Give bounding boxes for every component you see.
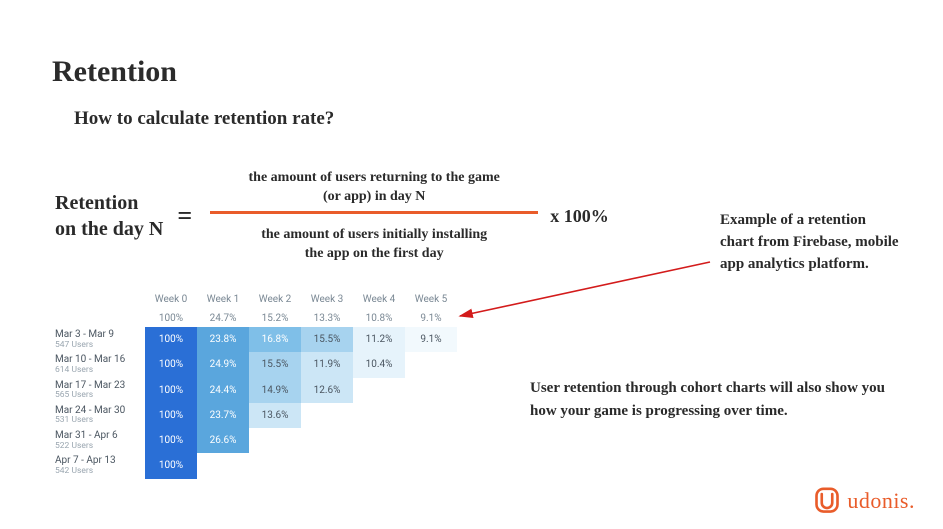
col-week1: Week 1 — [197, 290, 249, 309]
cell: 12.6% — [301, 378, 353, 403]
row-users: 542 Users — [55, 467, 139, 477]
cell: 100% — [145, 352, 197, 377]
row-range: Mar 31 - Apr 6 — [55, 430, 139, 442]
cell — [301, 403, 353, 428]
udonis-logo-icon — [813, 487, 841, 515]
col-week4: Week 4 — [353, 290, 405, 309]
formula-numerator: the amount of users returning to the gam… — [245, 165, 504, 211]
fraction-bar — [210, 211, 538, 222]
row-users: 614 Users — [55, 366, 139, 376]
row-users: 522 Users — [55, 442, 139, 452]
table-row: Mar 31 - Apr 6522 Users 100% 26.6% — [55, 428, 457, 453]
formula-denominator: the amount of users initially installing… — [257, 222, 491, 268]
cell: 11.2% — [353, 327, 405, 352]
retention-formula: Retention on the day N = the amount of u… — [55, 165, 615, 268]
cell: 9.1% — [405, 327, 457, 352]
cell: 100% — [145, 378, 197, 403]
cell — [301, 453, 353, 478]
cell: 14.9% — [249, 378, 301, 403]
cell: 13.6% — [249, 403, 301, 428]
formula-lhs-line2: on the day N — [55, 216, 163, 242]
cell — [353, 453, 405, 478]
formula-fraction: the amount of users returning to the gam… — [210, 165, 538, 268]
overall-row: 100% 24.7% 15.2% 13.3% 10.8% 9.1% — [55, 309, 457, 327]
row-range: Mar 3 - Mar 9 — [55, 329, 139, 341]
row-users: 531 Users — [55, 416, 139, 426]
caption-cohort: User retention through cohort charts wil… — [530, 377, 890, 422]
cell: 24.9% — [197, 352, 249, 377]
table-row: Mar 17 - Mar 23565 Users 100% 24.4% 14.9… — [55, 378, 457, 403]
udonis-logo: udonis. — [813, 487, 915, 515]
cell — [405, 428, 457, 453]
cell: 100% — [145, 428, 197, 453]
col-week3: Week 3 — [301, 290, 353, 309]
cell: 24.4% — [197, 378, 249, 403]
formula-lhs: Retention on the day N — [55, 190, 163, 242]
cell — [353, 428, 405, 453]
caption-firebase: Example of a retention chart from Fireba… — [720, 210, 900, 275]
overall-w4: 10.8% — [353, 309, 405, 327]
numerator-line1: the amount of users returning to the gam… — [249, 170, 500, 185]
cell: 100% — [145, 327, 197, 352]
row-users: 547 Users — [55, 341, 139, 351]
overall-w3: 13.3% — [301, 309, 353, 327]
overall-w0: 100% — [145, 309, 197, 327]
overall-w2: 15.2% — [249, 309, 301, 327]
logo-text: udonis. — [847, 488, 915, 514]
cell — [405, 403, 457, 428]
cell: 100% — [145, 403, 197, 428]
cell: 100% — [145, 453, 197, 478]
formula-lhs-line1: Retention — [55, 190, 163, 216]
cell — [197, 453, 249, 478]
cell — [405, 453, 457, 478]
page-title: Retention — [52, 55, 177, 89]
table-row: Mar 3 - Mar 9547 Users 100% 23.8% 16.8% … — [55, 327, 457, 352]
row-users: 565 Users — [55, 391, 139, 401]
col-week5: Week 5 — [405, 290, 457, 309]
denominator-line2: the app on the first day — [305, 246, 444, 261]
cell — [353, 403, 405, 428]
cell — [249, 453, 301, 478]
cell — [301, 428, 353, 453]
cell: 15.5% — [249, 352, 301, 377]
cell: 23.7% — [197, 403, 249, 428]
cell: 15.5% — [301, 327, 353, 352]
overall-w5: 9.1% — [405, 309, 457, 327]
cell — [405, 352, 457, 377]
col-week0: Week 0 — [145, 290, 197, 309]
cell — [249, 428, 301, 453]
denominator-line1: the amount of users initially installing — [261, 227, 487, 242]
callout-arrow — [455, 260, 715, 320]
cohort-table: Week 0 Week 1 Week 2 Week 3 Week 4 Week … — [55, 290, 457, 479]
table-row: Mar 24 - Mar 30531 Users 100% 23.7% 13.6… — [55, 403, 457, 428]
slide: Retention How to calculate retention rat… — [0, 0, 943, 529]
cell — [405, 378, 457, 403]
overall-w1: 24.7% — [197, 309, 249, 327]
table-row: Mar 10 - Mar 16614 Users 100% 24.9% 15.5… — [55, 352, 457, 377]
cell: 26.6% — [197, 428, 249, 453]
equals-sign: = — [177, 201, 192, 231]
multiply-100: x 100% — [550, 206, 609, 227]
cell: 16.8% — [249, 327, 301, 352]
cell: 11.9% — [301, 352, 353, 377]
page-subtitle: How to calculate retention rate? — [74, 108, 334, 130]
cohort-header-row: Week 0 Week 1 Week 2 Week 3 Week 4 Week … — [55, 290, 457, 309]
numerator-line2: (or app) in day N — [323, 189, 425, 204]
cell: 10.4% — [353, 352, 405, 377]
col-week2: Week 2 — [249, 290, 301, 309]
cell: 23.8% — [197, 327, 249, 352]
table-row: Apr 7 - Apr 13542 Users 100% — [55, 453, 457, 478]
cell — [353, 378, 405, 403]
